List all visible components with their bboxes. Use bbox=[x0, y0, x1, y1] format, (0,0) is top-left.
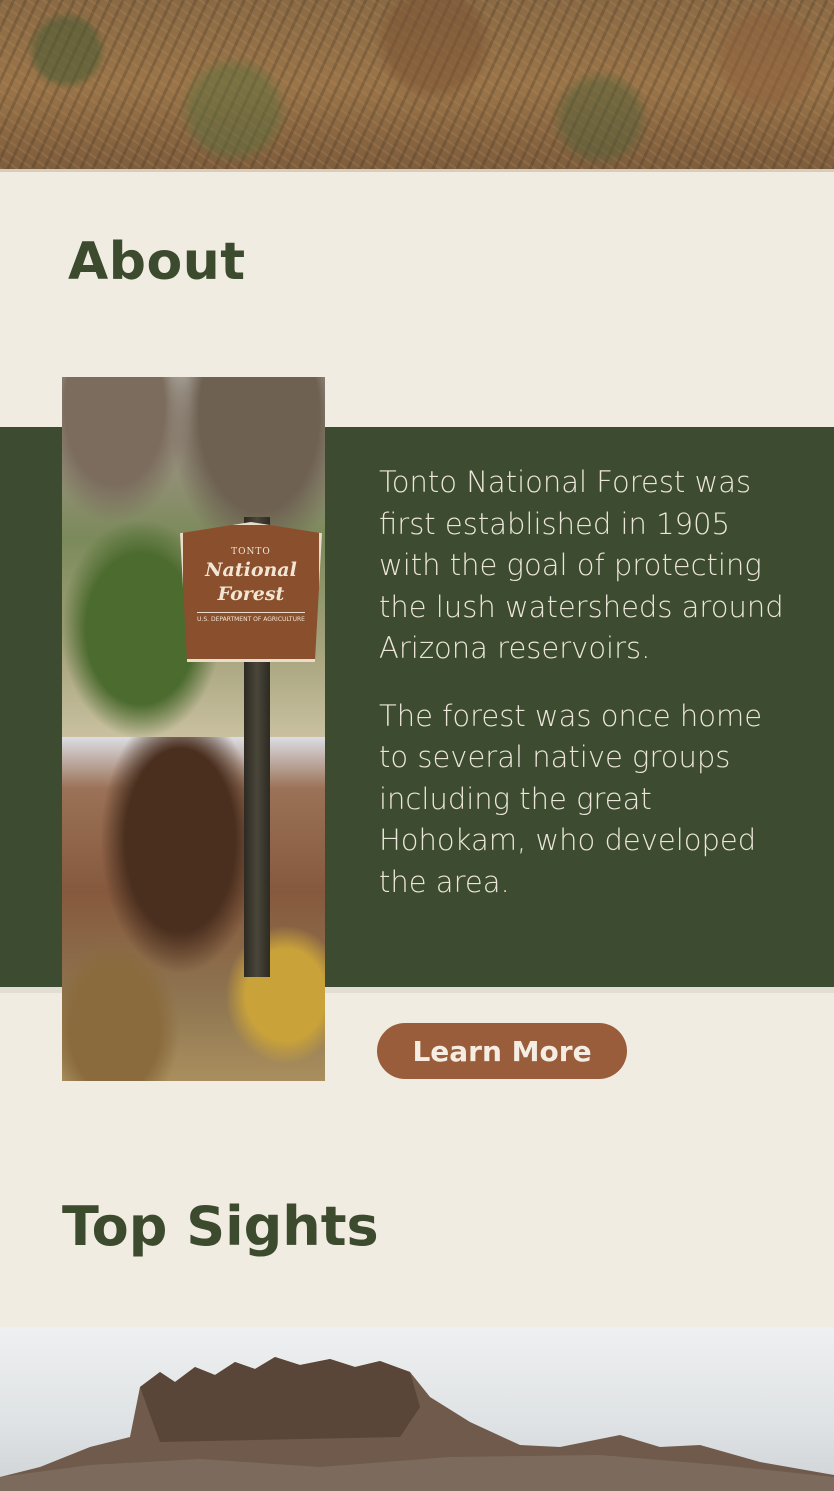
about-photo-collage: TONTO National Forest U.S. DEPARTMENT OF… bbox=[62, 377, 325, 1081]
sign-line-1: National bbox=[205, 559, 297, 581]
learn-more-button[interactable]: Learn More bbox=[377, 1023, 627, 1079]
hero-photo-desert bbox=[0, 0, 834, 172]
national-forest-sign: TONTO National Forest U.S. DEPARTMENT OF… bbox=[180, 522, 322, 662]
about-heading: About bbox=[68, 232, 246, 292]
about-paragraph-2: The forest was once home to several nati… bbox=[379, 698, 763, 899]
rock-formation-image bbox=[0, 1357, 834, 1491]
sign-foot-text: U.S. DEPARTMENT OF AGRICULTURE bbox=[197, 612, 305, 623]
cliff-dwelling-photo bbox=[62, 737, 325, 1081]
sign-line-2: Forest bbox=[217, 583, 285, 605]
top-sights-heading: Top Sights bbox=[62, 1195, 379, 1258]
sign-top-text: TONTO bbox=[231, 547, 271, 557]
about-paragraph-1: Tonto National Forest was first establis… bbox=[379, 465, 784, 665]
about-text: Tonto National Forest was first establis… bbox=[379, 462, 799, 929]
top-sights-photo bbox=[0, 1327, 834, 1491]
